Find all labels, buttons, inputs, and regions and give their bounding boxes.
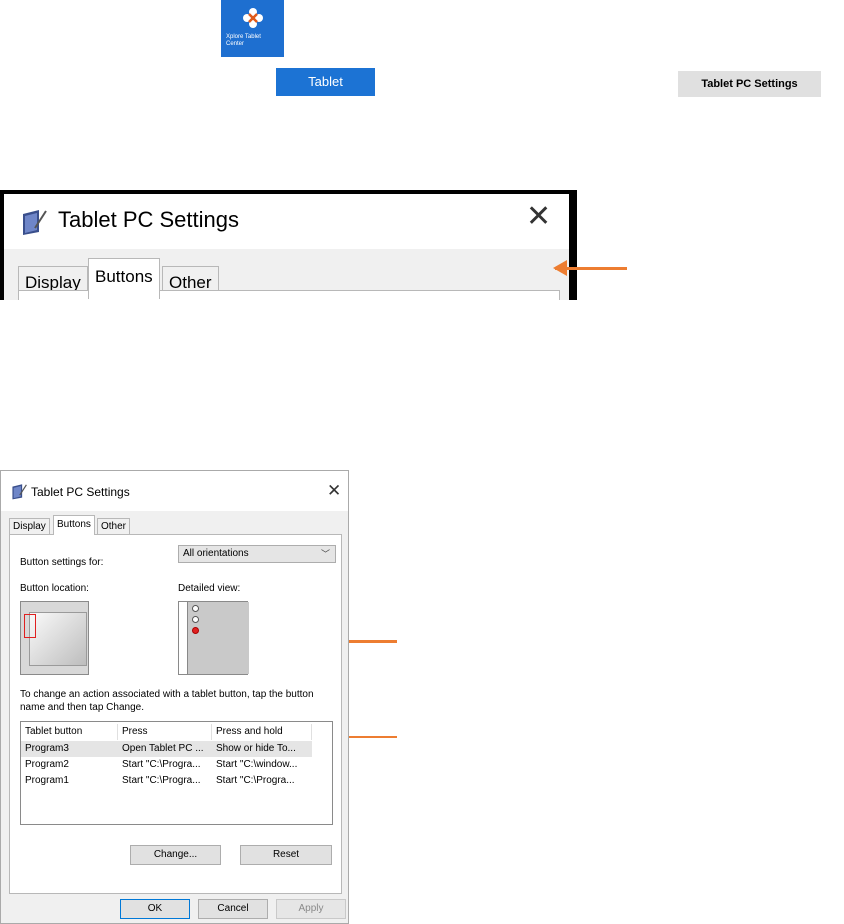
- selected-hardware-button-icon: [192, 627, 199, 634]
- xplore-tablet-center-tile[interactable]: Xplore Tablet Center: [221, 0, 284, 57]
- tablet-pc-settings-icon: [12, 484, 27, 500]
- table-cell: Program2: [25, 759, 69, 770]
- table-cell: Show or hide To...: [216, 743, 296, 754]
- tablet-pc-settings-icon: [23, 210, 47, 235]
- hardware-button-icon: [192, 605, 199, 612]
- table-cell: Start "C:\Progra...: [216, 775, 295, 786]
- orientation-dropdown[interactable]: All orientations ﹀: [178, 545, 336, 563]
- button-settings-label: Button settings for:: [20, 557, 104, 568]
- tab-display[interactable]: Display: [9, 518, 50, 535]
- tablet-screen-graphic: [29, 612, 87, 666]
- tab-buttons[interactable]: Buttons: [53, 515, 95, 535]
- detailed-view-image: [178, 601, 249, 675]
- list-header: Tablet button Press Press and hold: [21, 724, 312, 740]
- column-header-press[interactable]: Press: [118, 724, 212, 740]
- detailed-view-label: Detailed view:: [178, 583, 241, 594]
- tab-other[interactable]: Other: [97, 518, 131, 535]
- orientation-value: All orientations: [183, 548, 249, 559]
- cancel-button[interactable]: Cancel: [198, 899, 268, 919]
- table-cell: Start "C:\Progra...: [122, 759, 201, 770]
- buttons-tab-panel: Button settings for: All orientations ﹀ …: [9, 534, 342, 894]
- button-location-image: [20, 601, 89, 675]
- tablet-pc-settings-tile[interactable]: Tablet PC Settings: [678, 71, 821, 97]
- chevron-down-icon: ﹀: [320, 549, 330, 559]
- xplore-tile-caption: Xplore Tablet Center: [226, 34, 261, 48]
- zoom-title-bar: Tablet PC Settings ✕: [4, 194, 569, 249]
- column-header-tablet-button[interactable]: Tablet button: [21, 724, 118, 740]
- zoom-window-title: Tablet PC Settings: [58, 207, 239, 232]
- table-cell: Start "C:\Progra...: [122, 775, 201, 786]
- close-icon[interactable]: ✕: [526, 202, 551, 232]
- close-icon[interactable]: ✕: [327, 481, 341, 501]
- column-header-press-and-hold[interactable]: Press and hold: [212, 724, 312, 740]
- apply-button[interactable]: Apply: [276, 899, 346, 919]
- zoomed-window-crop: Tablet PC Settings ✕ Display Buttons Oth…: [0, 190, 577, 300]
- annotation-arrow-tabs: [553, 260, 627, 276]
- tab-buttons[interactable]: Buttons: [88, 258, 160, 299]
- table-cell: Program1: [25, 775, 69, 786]
- table-row[interactable]: Program3 Open Tablet PC ... Show or hide…: [21, 741, 312, 757]
- tablet-edge-graphic: [187, 602, 249, 674]
- instructions-text: To change an action associated with a ta…: [20, 689, 314, 713]
- flower-icon: [243, 8, 263, 28]
- tablet-pc-settings-dialog: Tablet PC Settings ✕ Display Buttons Oth…: [0, 470, 349, 924]
- xplore-tile-line1: Xplore Tablet: [226, 34, 261, 40]
- button-location-label: Button location:: [20, 583, 89, 594]
- table-cell: Start "C:\window...: [216, 759, 298, 770]
- tablet-buttons-list[interactable]: Tablet button Press Press and hold Progr…: [20, 721, 333, 825]
- table-row[interactable]: Program1 Start "C:\Progra... Start "C:\P…: [21, 773, 312, 789]
- button-location-marker: [24, 614, 36, 638]
- tablet-tile[interactable]: Tablet: [276, 68, 375, 96]
- table-row[interactable]: Program2 Start "C:\Progra... Start "C:\w…: [21, 757, 312, 773]
- change-button[interactable]: Change...: [130, 845, 221, 865]
- ok-button[interactable]: OK: [120, 899, 190, 919]
- xplore-tile-line2: Center: [226, 41, 245, 47]
- table-cell: Open Tablet PC ...: [122, 743, 204, 754]
- reset-button[interactable]: Reset: [240, 845, 332, 865]
- hardware-button-icon: [192, 616, 199, 623]
- dialog-title: Tablet PC Settings: [31, 485, 130, 499]
- table-cell: Program3: [25, 743, 69, 754]
- dialog-title-bar: Tablet PC Settings ✕: [1, 471, 348, 511]
